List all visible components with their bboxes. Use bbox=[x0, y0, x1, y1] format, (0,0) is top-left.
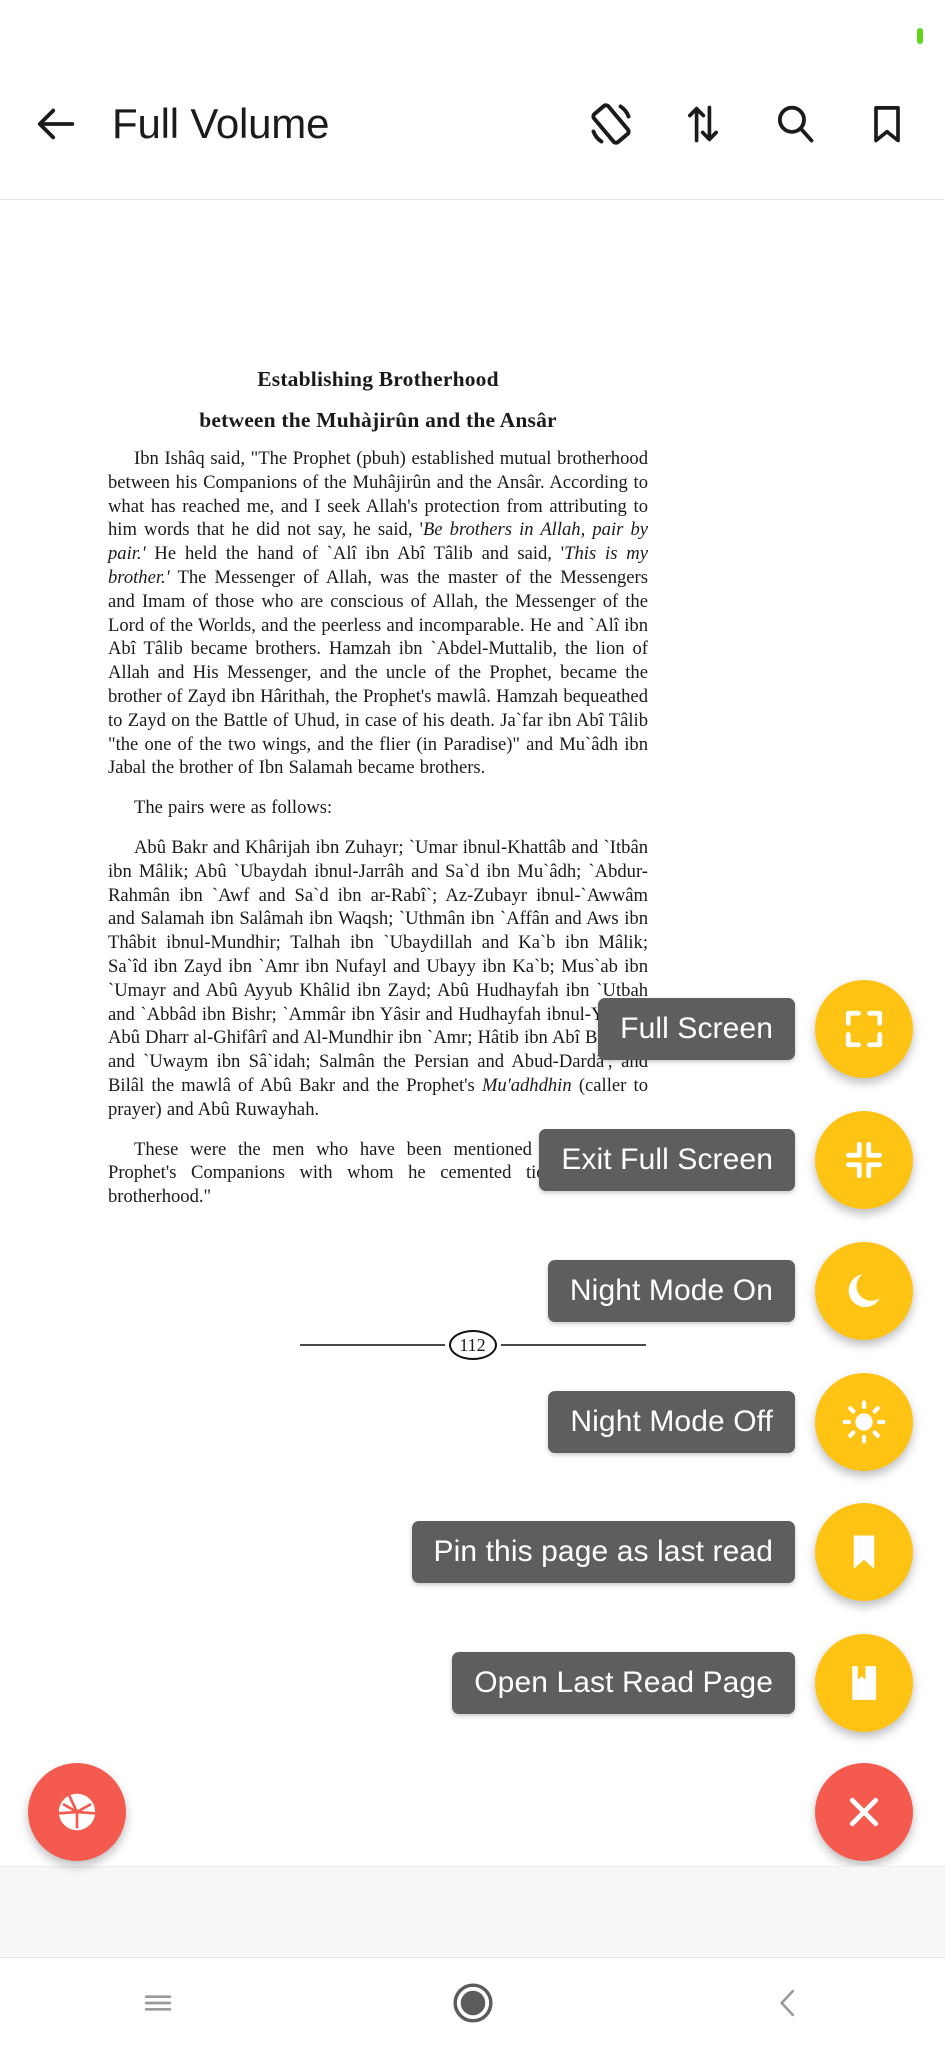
home-button[interactable] bbox=[315, 1958, 630, 2048]
document-paragraph-3: Abû Bakr and Khârijah ibn Zuhayr; `Umar … bbox=[108, 836, 648, 1122]
fab-screenshot[interactable] bbox=[28, 1763, 126, 1861]
camera-aperture-icon bbox=[51, 1786, 103, 1838]
fab-full-screen[interactable] bbox=[815, 980, 913, 1078]
fab-close-menu[interactable] bbox=[815, 1763, 913, 1861]
para1-part-c: The Messenger of Allah, was the master o… bbox=[108, 566, 648, 779]
fab-pin-page[interactable] bbox=[815, 1503, 913, 1601]
document-text: Establishing Brotherhood between the Muh… bbox=[108, 367, 648, 1209]
document-heading-line2: between the Muhàjirûn and the Ansâr bbox=[199, 407, 557, 432]
swap-vertical-icon bbox=[681, 102, 725, 146]
fab-night-mode-on[interactable] bbox=[815, 1242, 913, 1340]
sun-icon bbox=[841, 1399, 887, 1445]
status-bar bbox=[0, 0, 945, 48]
page-title: Full Volume bbox=[112, 99, 330, 147]
arrow-left-icon bbox=[34, 101, 80, 147]
document-paragraph-1: Ibn Ishâq said, "The Prophet (pbuh) esta… bbox=[108, 447, 648, 780]
document-paragraph-2: The pairs were as follows: bbox=[134, 797, 333, 819]
back-nav-button[interactable] bbox=[630, 1958, 945, 2048]
system-navigation-bar bbox=[0, 1958, 945, 2048]
bottom-toolbar bbox=[0, 1866, 945, 1958]
fab-night-mode-off[interactable] bbox=[815, 1373, 913, 1471]
fab-exit-full-screen[interactable] bbox=[815, 1111, 913, 1209]
book-bookmark-icon bbox=[842, 1661, 886, 1705]
bookmark-button[interactable] bbox=[841, 48, 933, 199]
back-chevron-icon bbox=[769, 1984, 807, 2022]
fullscreen-exit-icon bbox=[842, 1138, 886, 1182]
recents-button[interactable] bbox=[0, 1958, 315, 2048]
home-circle-icon bbox=[450, 1980, 496, 2026]
document-heading-line1: Establishing Brotherhood bbox=[257, 367, 499, 391]
bookmark-outline-icon bbox=[865, 102, 909, 146]
page-number-indicator: 112 bbox=[0, 1330, 945, 1360]
tooltip-pin-page: Pin this page as last read bbox=[411, 1521, 795, 1583]
rotate-screen-button[interactable] bbox=[565, 48, 657, 199]
tooltip-full-screen: Full Screen bbox=[598, 998, 795, 1060]
screen-rotation-icon bbox=[586, 99, 636, 149]
back-button[interactable] bbox=[0, 48, 104, 199]
tooltip-exit-full-screen: Exit Full Screen bbox=[539, 1129, 795, 1191]
close-x-icon bbox=[842, 1790, 886, 1834]
para3-italic: Mu'adhdhin bbox=[481, 1074, 572, 1096]
recording-indicator-icon bbox=[917, 28, 923, 44]
fullscreen-expand-icon bbox=[842, 1007, 886, 1051]
page-number: 112 bbox=[448, 1330, 497, 1360]
search-icon bbox=[772, 101, 818, 147]
para3-part-a: Abû Bakr and Khârijah ibn Zuhayr; `Umar … bbox=[108, 836, 648, 1096]
fab-open-last-read[interactable] bbox=[815, 1634, 913, 1732]
page-rule-right bbox=[500, 1344, 646, 1346]
app-bar: Full Volume bbox=[0, 48, 945, 200]
bookmark-filled-icon bbox=[842, 1530, 886, 1574]
menu-lines-icon bbox=[139, 1984, 177, 2022]
tooltip-night-mode-on: Night Mode On bbox=[547, 1260, 795, 1322]
page-rule-left bbox=[299, 1344, 445, 1346]
para3-part-b: the Prophet's bbox=[369, 1074, 482, 1096]
document-page[interactable]: Establishing Brotherhood between the Muh… bbox=[0, 201, 945, 1866]
moon-icon bbox=[841, 1268, 887, 1314]
para1-part-b: He held the hand of `Alî ibn Abî Tâlib a… bbox=[145, 543, 565, 565]
app-screen: Full Volume Establishing Brotherhood bet… bbox=[0, 0, 945, 2048]
tooltip-open-last-read: Open Last Read Page bbox=[452, 1652, 795, 1714]
search-button[interactable] bbox=[749, 48, 841, 199]
tooltip-night-mode-off: Night Mode Off bbox=[548, 1391, 795, 1453]
scroll-direction-button[interactable] bbox=[657, 48, 749, 199]
